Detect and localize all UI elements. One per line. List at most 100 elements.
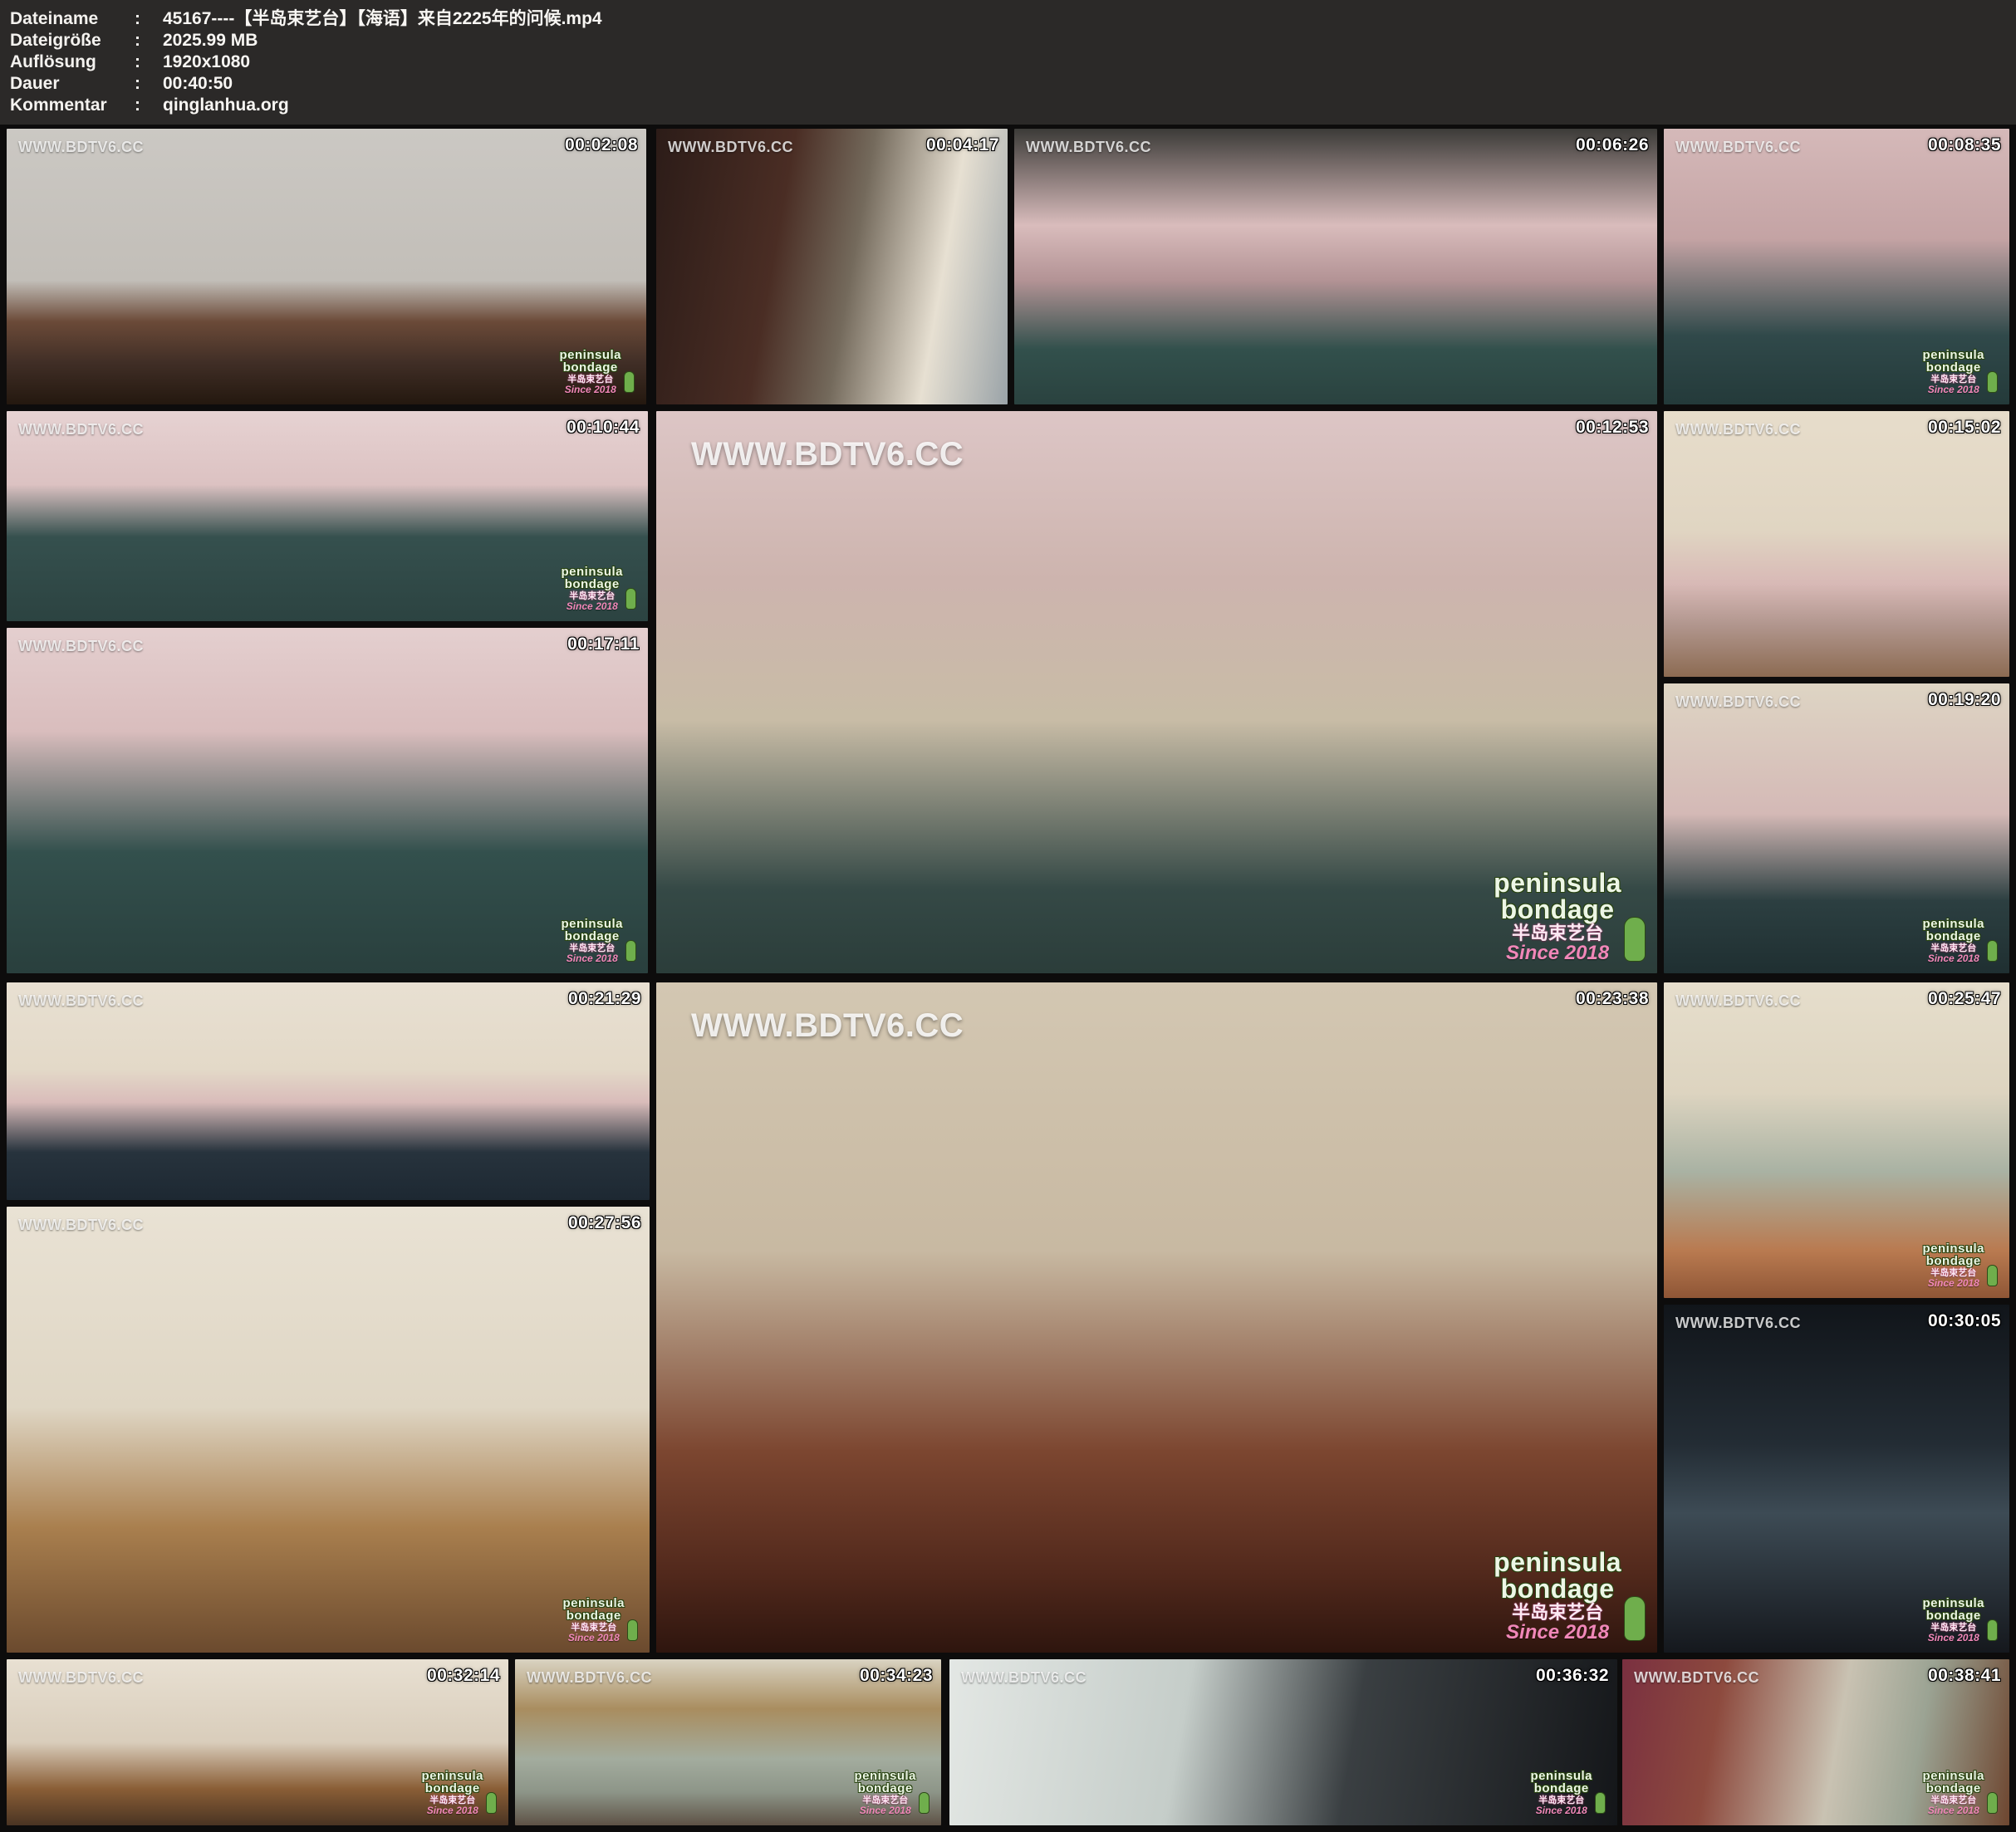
studio-logo-text: peninsula [561,566,623,578]
timestamp-label: 00:06:26 [1576,135,1649,155]
watermark-text: WWW.BDTV6.CC [1026,139,1151,156]
studio-logo-text: peninsula [562,1597,625,1609]
timestamp-label: 00:10:44 [567,418,640,438]
watermark-text: WWW.BDTV6.CC [961,1669,1086,1687]
studio-logo-text: Since 2018 [1928,1278,1979,1288]
timestamp-label: 00:34:23 [860,1666,933,1686]
logo-figure-icon [1987,371,1998,393]
studio-logo-text: Since 2018 [1928,953,1979,963]
studio-logo-text: peninsula [854,1770,916,1782]
studio-logo: peninsulabondage半岛束艺台Since 2018 [1494,1549,1646,1643]
timestamp-label: 00:19:20 [1928,690,2001,710]
studio-logo: peninsulabondage半岛束艺台Since 2018 [559,349,635,394]
studio-logo-text: peninsula [421,1770,483,1782]
video-thumbnail: WWW.BDTV6.CC00:23:38peninsulabondage半岛束艺… [656,982,1657,1653]
metadata-label: Kommentar [10,95,135,116]
studio-logo-text: peninsula [1922,1242,1984,1255]
logo-figure-icon [1624,1596,1646,1641]
studio-logo-text: bondage [858,1782,913,1795]
timestamp-label: 00:21:29 [568,989,641,1009]
studio-logo-text: bondage [565,930,620,943]
video-thumbnail: WWW.BDTV6.CC00:32:14peninsulabondage半岛束艺… [7,1659,508,1825]
studio-logo-text: bondage [563,361,618,374]
video-thumbnail: WWW.BDTV6.CC00:08:35peninsulabondage半岛束艺… [1664,129,2009,404]
metadata-colon: : [135,51,163,73]
studio-logo-text: peninsula [1494,869,1621,897]
studio-logo-text: Since 2018 [860,1805,911,1815]
logo-figure-icon [624,371,635,393]
studio-logo-text: Since 2018 [567,953,618,963]
logo-figure-icon [486,1792,497,1814]
studio-logo-text: peninsula [1494,1549,1621,1576]
duration-value: 00:40:50 [163,73,233,95]
metadata-row: Dauer : 00:40:50 [10,73,2016,95]
studio-logo: peninsulabondage半岛束艺台Since 2018 [1922,1770,1998,1815]
studio-logo-text: Since 2018 [1506,1623,1609,1643]
studio-logo-text: Since 2018 [1928,385,1979,394]
timestamp-label: 00:04:17 [926,135,999,155]
studio-logo: peninsulabondage半岛束艺台Since 2018 [1530,1770,1606,1815]
studio-logo-text: Since 2018 [1506,943,1609,963]
video-thumbnail: WWW.BDTV6.CC00:04:17 [656,129,1008,404]
metadata-label: Dauer [10,73,135,95]
thumbnail-grid: WWW.BDTV6.CC00:02:08peninsulabondage半岛束艺… [0,125,2016,1832]
studio-logo: peninsulabondage半岛束艺台Since 2018 [421,1770,497,1815]
studio-logo-text: bondage [1926,1255,1981,1267]
video-thumbnail: WWW.BDTV6.CC 00:02:08 peninsulabondage半岛束艺… [7,129,646,404]
studio-logo-text: peninsula [559,349,621,361]
logo-figure-icon [627,1619,638,1641]
studio-logo: peninsulabondage半岛束艺台Since 2018 [854,1770,930,1815]
video-thumbnail: WWW.BDTV6.CC00:25:47peninsulabondage半岛束艺… [1664,982,2009,1298]
studio-logo-text: Since 2018 [1928,1633,1979,1643]
metadata-label: Dateiname [10,8,135,30]
logo-figure-icon [1595,1792,1606,1814]
studio-logo-text: 半岛束艺台 [1512,924,1603,943]
logo-figure-icon [1987,1792,1998,1814]
watermark-text: WWW.BDTV6.CC [527,1669,652,1687]
video-thumbnail: WWW.BDTV6.CC00:21:29 [7,982,650,1200]
timestamp-label: 00:15:02 [1928,418,2001,438]
studio-logo-text: Since 2018 [1928,1805,1979,1815]
video-thumbnail: WWW.BDTV6.CC00:19:20peninsulabondage半岛束艺… [1664,683,2009,973]
filesize-value: 2025.99 MB [163,30,258,51]
studio-logo: peninsulabondage半岛束艺台Since 2018 [561,566,636,611]
metadata-colon: : [135,30,163,51]
studio-logo-text: Since 2018 [568,1633,620,1643]
studio-logo-text: bondage [567,1609,621,1622]
metadata-label: Auflösung [10,51,135,73]
studio-logo-text: peninsula [1922,349,1984,361]
metadata-colon: : [135,73,163,95]
watermark-text: WWW.BDTV6.CC [18,139,144,156]
logo-figure-icon [1987,940,1998,962]
studio-logo-text: Since 2018 [427,1805,478,1815]
metadata-row: Dateiname : 45167----【半岛束艺台】【海语】来自2225年的… [10,8,2016,30]
watermark-text: WWW.BDTV6.CC [691,436,964,473]
watermark-text: WWW.BDTV6.CC [18,638,144,655]
timestamp-label: 00:08:35 [1928,135,2001,155]
studio-logo-text: peninsula [561,918,623,930]
studio-logo-text: Since 2018 [567,601,618,611]
timestamp-label: 00:02:08 [565,135,638,155]
video-thumbnail: WWW.BDTV6.CC00:30:05peninsulabondage半岛束艺… [1664,1305,2009,1653]
studio-logo: peninsulabondage半岛束艺台Since 2018 [1922,1597,1998,1643]
studio-logo-text: bondage [1926,361,1981,374]
video-thumbnail: WWW.BDTV6.CC00:17:11peninsulabondage半岛束艺… [7,628,648,973]
timestamp-label: 00:17:11 [567,634,640,654]
timestamp-label: 00:25:47 [1928,989,2001,1009]
studio-logo: peninsulabondage半岛束艺台Since 2018 [1494,869,1646,963]
metadata-row: Kommentar : qinglanhua.org [10,95,2016,116]
video-thumbnail: WWW.BDTV6.CC 00:15:02 [1664,411,2009,677]
logo-figure-icon [919,1792,930,1814]
comment-value: qinglanhua.org [163,95,289,116]
studio-logo-text: Since 2018 [1536,1805,1587,1815]
metadata-row: Dateigröße : 2025.99 MB [10,30,2016,51]
metadata-row: Auflösung : 1920x1080 [10,51,2016,73]
studio-logo-text: bondage [565,578,620,590]
watermark-text: WWW.BDTV6.CC [1675,1315,1801,1332]
watermark-text: WWW.BDTV6.CC [1675,421,1801,438]
studio-logo: peninsulabondage半岛束艺台Since 2018 [1922,1242,1998,1288]
logo-figure-icon [625,588,636,610]
studio-logo-text: bondage [1926,930,1981,943]
studio-logo-text: bondage [1501,896,1615,923]
studio-logo-text: peninsula [1922,1770,1984,1782]
